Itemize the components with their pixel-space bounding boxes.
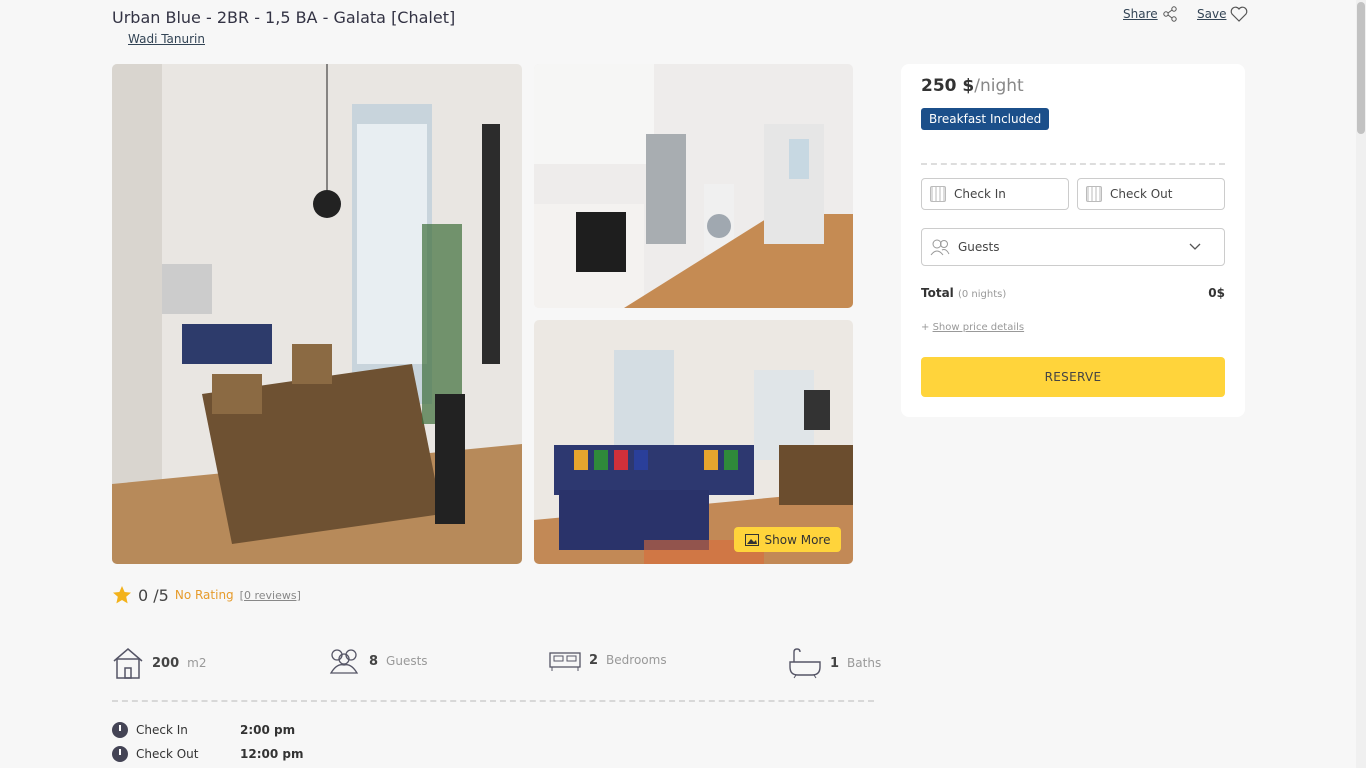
feature-area: 200 m2 <box>112 647 206 679</box>
share-label: Share <box>1123 7 1158 21</box>
price: 250 $/night <box>921 76 1024 96</box>
breakfast-badge: Breakfast Included <box>921 108 1050 130</box>
guests-placeholder: Guests <box>958 240 1000 254</box>
feature-unit: m2 <box>187 656 207 670</box>
show-more-button[interactable]: Show More <box>734 527 841 552</box>
calendar-icon <box>1086 186 1102 202</box>
scrollbar-thumb[interactable] <box>1357 2 1365 134</box>
rating-label: No Rating <box>174 588 234 602</box>
feature-value: 8 <box>369 653 379 669</box>
time-label: Check In <box>136 723 188 737</box>
guests-icon <box>329 649 359 674</box>
section-divider <box>112 700 874 702</box>
guests-select[interactable]: Guests <box>921 228 1225 266</box>
show-more-label: Show More <box>764 532 831 547</box>
feature-value: 200 <box>152 655 180 671</box>
check-out-row: Check Out 12:00 pm <box>112 746 303 762</box>
price-amount: 250 $ <box>921 76 975 96</box>
time-label: Check Out <box>136 747 199 761</box>
clock-icon <box>112 746 128 762</box>
share-button[interactable]: Share <box>1123 6 1178 22</box>
plus-icon: + <box>921 322 933 333</box>
price-per: /night <box>974 76 1024 96</box>
time-value: 2:00 pm <box>240 723 296 737</box>
calendar-icon <box>930 186 946 202</box>
main-photo[interactable] <box>112 64 522 564</box>
check-out-field[interactable]: Check Out <box>1077 178 1225 210</box>
star-icon <box>113 586 131 604</box>
clock-icon <box>112 722 128 738</box>
gallery-icon <box>744 533 759 546</box>
feature-unit: Guests <box>386 654 428 668</box>
card-divider <box>921 163 1225 165</box>
feature-value: 2 <box>589 652 599 668</box>
feature-guests: 8 Guests <box>327 647 428 675</box>
rating-summary: 0 /5 No Rating [0 reviews] <box>112 585 301 605</box>
total-text: Total <box>921 286 954 300</box>
feature-unit: Bedrooms <box>606 653 667 667</box>
heart-icon <box>1231 6 1248 22</box>
total-nights: (0 nights) <box>957 289 1007 300</box>
total-label: Total (0 nights) <box>921 286 1006 300</box>
chevron-down-icon <box>1189 243 1201 250</box>
check-in-row: Check In 2:00 pm <box>112 722 295 738</box>
listing-title: Urban Blue - 2BR - 1,5 BA - Galata [Chal… <box>112 8 456 27</box>
feature-unit: Baths <box>847 656 882 670</box>
reserve-button[interactable]: RESERVE <box>921 357 1225 397</box>
save-label: Save <box>1197 7 1227 21</box>
check-in-field[interactable]: Check In <box>921 178 1069 210</box>
save-button[interactable]: Save <box>1197 6 1248 22</box>
booking-card: 250 $/night Breakfast Included Check In … <box>901 64 1245 417</box>
feature-value: 1 <box>830 655 840 671</box>
feature-baths: 1 Baths <box>788 647 881 679</box>
check-out-placeholder: Check Out <box>1110 187 1173 201</box>
reviews-link[interactable]: [0 reviews] <box>240 589 301 602</box>
share-icon <box>1162 6 1177 22</box>
feature-bedrooms: 2 Bedrooms <box>549 647 667 673</box>
bed-icon <box>549 652 581 671</box>
total-value: 0$ <box>1208 286 1225 300</box>
check-in-placeholder: Check In <box>954 187 1006 201</box>
price-details-link[interactable]: + Show price details <box>921 322 1024 333</box>
kitchen-photo[interactable] <box>534 64 853 308</box>
price-details-label: Show price details <box>932 322 1025 333</box>
rating-score: 0 /5 <box>138 585 169 605</box>
time-value: 12:00 pm <box>240 747 304 761</box>
guests-icon <box>930 239 950 256</box>
house-icon <box>113 648 143 679</box>
bathtub-icon <box>789 648 821 679</box>
host-link[interactable]: Wadi Tanurin <box>128 32 205 46</box>
